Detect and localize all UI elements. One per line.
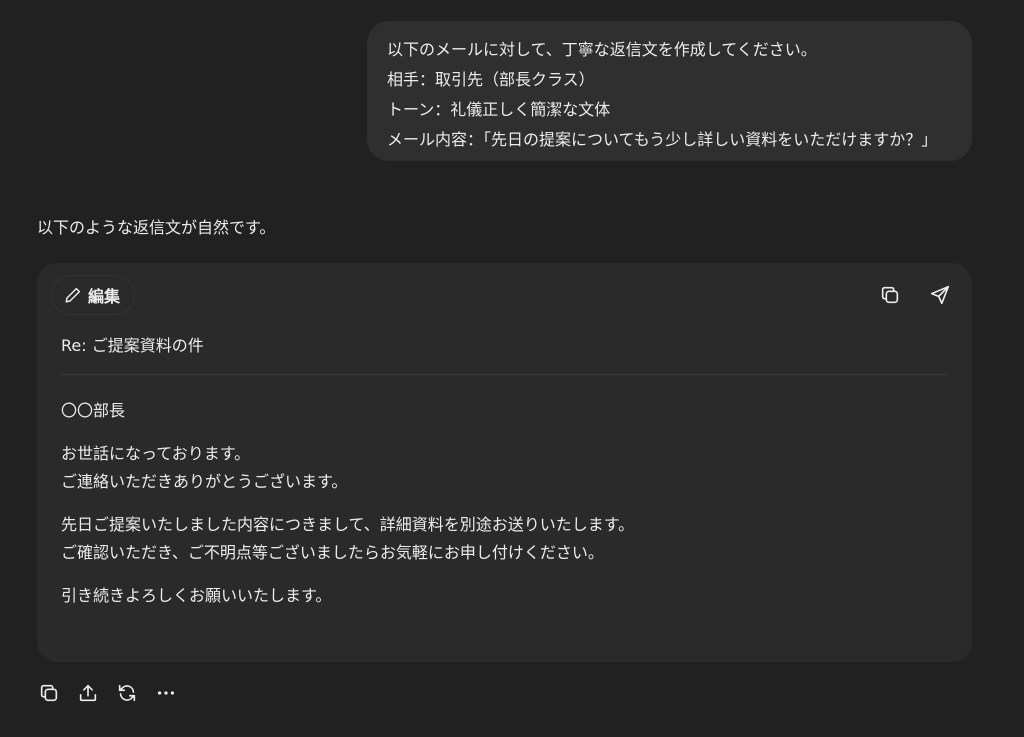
assistant-intro-text: 以下のような返信文が自然です。 <box>37 218 276 237</box>
chat-page: 以下のメールに対して、丁寧な返信文を作成してください。 相手：取引先（部長クラス… <box>0 0 1024 737</box>
edit-button[interactable]: 編集 <box>51 275 136 315</box>
card-actions <box>878 283 952 307</box>
more-icon[interactable] <box>154 681 178 705</box>
email-body-line: お世話になっております。 <box>61 444 251 463</box>
user-message-line: トーン：礼儀正しく簡潔な文体 <box>387 100 611 119</box>
email-body-line: ご確認いただき、ご不明点等ございましたらお気軽にお申し付けください。 <box>61 543 604 562</box>
user-message-line: メール内容：「先日の提案についてもう少し詳しい資料をいただけますか？」 <box>387 130 938 149</box>
email-draft-card: 編集 Re: ご提案資料の件 〇〇部長 お世話になっております。 ご連絡いただき… <box>37 263 972 662</box>
send-icon[interactable] <box>928 283 952 307</box>
email-greeting: お世話になっております。 ご連絡いただきありがとうございます。 <box>61 440 634 496</box>
email-subject: Re: ご提案資料の件 <box>61 336 204 355</box>
user-message-line: 以下のメールに対して、丁寧な返信文を作成してください。 <box>387 40 817 59</box>
user-message-bubble: 以下のメールに対して、丁寧な返信文を作成してください。 相手：取引先（部長クラス… <box>367 21 972 161</box>
email-body-line: 先日ご提案いたしました内容につきまして、詳細資料を別途お送りいたします。 <box>61 515 635 534</box>
email-closing: 引き続きよろしくお願いいたします。 <box>61 582 634 610</box>
regenerate-icon[interactable] <box>115 681 139 705</box>
share-icon[interactable] <box>76 681 100 705</box>
pencil-icon <box>64 286 82 304</box>
email-salutation: 〇〇部長 <box>61 397 634 425</box>
edit-button-label: 編集 <box>88 287 121 306</box>
copy-icon[interactable] <box>37 681 61 705</box>
divider <box>61 374 948 375</box>
email-body: 〇〇部長 お世話になっております。 ご連絡いただきありがとうございます。 先日ご… <box>61 397 634 625</box>
email-body-line: 引き続きよろしくお願いいたします。 <box>61 586 332 605</box>
user-message-line: 相手：取引先（部長クラス） <box>387 70 595 89</box>
message-actions <box>37 681 178 705</box>
email-main-paragraph: 先日ご提案いたしました内容につきまして、詳細資料を別途お送りいたします。 ご確認… <box>61 511 634 567</box>
email-body-line: 〇〇部長 <box>61 401 126 420</box>
copy-icon[interactable] <box>878 283 902 307</box>
email-body-line: ご連絡いただきありがとうございます。 <box>61 472 348 491</box>
